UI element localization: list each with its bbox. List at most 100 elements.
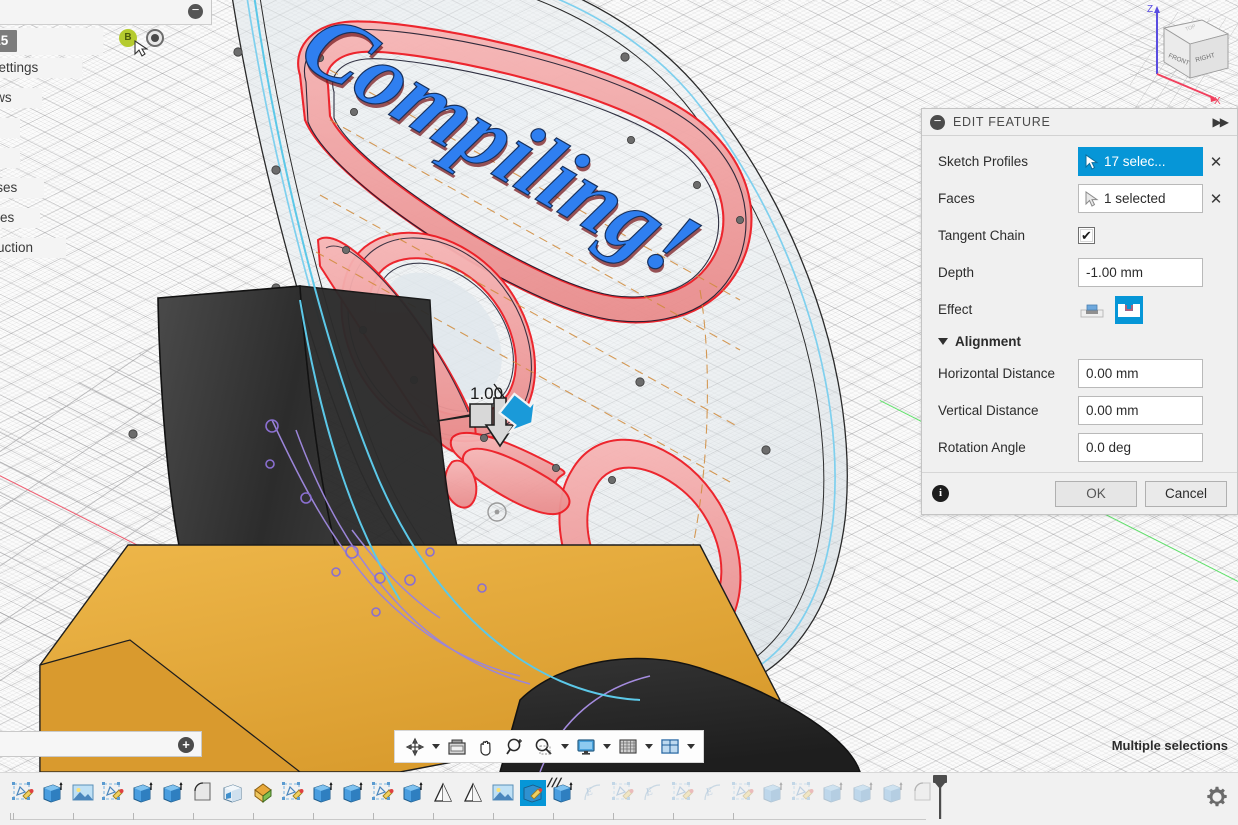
sidebar-item-construction[interactable]: struction xyxy=(0,238,66,258)
browser-document-node[interactable]: roject_base v15 xyxy=(0,28,103,55)
field-vertical-distance[interactable]: Vertical Distance 0.00 mm xyxy=(922,392,1237,429)
timeline-item-sketch[interactable] xyxy=(8,777,38,813)
text-icon: E xyxy=(700,780,726,806)
viewport-canvas[interactable]: Compiling! Compiling! 1.00 − roject_base… xyxy=(0,0,1238,772)
browser-panel-header: − xyxy=(0,0,212,25)
timeline-playhead[interactable] xyxy=(930,773,950,821)
timeline-bar[interactable]: E E E /// xyxy=(0,772,1238,825)
field-effect[interactable]: Effect xyxy=(922,291,1237,328)
chevron-double-right-icon[interactable]: ▶▶ xyxy=(1213,115,1230,129)
viewcube-axis-z-arrow xyxy=(1154,6,1160,13)
cancel-button[interactable]: Cancel xyxy=(1145,480,1227,507)
plus-circle-icon[interactable]: + xyxy=(178,737,194,753)
grid-dropdown-caret[interactable] xyxy=(643,733,655,760)
timeline-item-extrude[interactable] xyxy=(878,777,908,813)
zoom-dropdown-caret[interactable] xyxy=(559,733,571,760)
timeline-item-extrude[interactable] xyxy=(158,777,188,813)
zoom-in-icon[interactable] xyxy=(501,733,529,760)
timeline-track[interactable] xyxy=(10,813,926,820)
rotate-handle-center xyxy=(494,509,500,515)
field-tangent-chain[interactable]: Tangent Chain ✔ xyxy=(922,217,1237,254)
timeline-item-extrude[interactable] xyxy=(848,777,878,813)
timeline-item-extrude[interactable] xyxy=(38,777,68,813)
emboss-recessed-icon[interactable] xyxy=(1115,295,1143,324)
gear-icon[interactable] xyxy=(1206,786,1228,808)
browser-panel[interactable]: − roject_base v15 B t Settings 'iews jin… xyxy=(0,0,212,258)
edit-feature-dialog[interactable]: − EDIT FEATURE ▶▶ Sketch Profiles 17 sel… xyxy=(921,108,1238,515)
info-icon[interactable]: i xyxy=(932,485,949,502)
timeline-item-sketch[interactable] xyxy=(278,777,308,813)
timeline-item-canvas[interactable] xyxy=(68,777,98,813)
viewcube-body[interactable]: FRONT RIGHT TOP xyxy=(1162,19,1230,79)
timeline-item-text[interactable]: E xyxy=(698,777,728,813)
comments-panel[interactable]: + xyxy=(0,731,202,757)
timeline-item-sketch[interactable] xyxy=(788,777,818,813)
timeline-item-appearance[interactable] xyxy=(248,777,278,813)
sidebar-item-bodies[interactable]: ies xyxy=(0,148,20,168)
timeline-item-draft[interactable] xyxy=(458,777,488,813)
timeline-item-extrude[interactable] xyxy=(338,777,368,813)
field-faces[interactable]: Faces 1 selected ✕ xyxy=(922,180,1237,217)
depth-input[interactable]: -1.00 mm xyxy=(1078,258,1203,287)
timeline-item-extrude[interactable] xyxy=(398,777,428,813)
extrude-icon xyxy=(130,780,156,806)
sketch-profiles-select[interactable]: 17 selec... xyxy=(1078,147,1203,176)
timeline-item-emboss[interactable] xyxy=(518,777,548,813)
viewport-dropdown-caret[interactable] xyxy=(685,733,697,760)
orbit-icon[interactable] xyxy=(401,733,429,760)
faces-value: 1 selected xyxy=(1104,191,1166,206)
timeline-item-sketch[interactable] xyxy=(608,777,638,813)
timeline-item-sketch[interactable] xyxy=(98,777,128,813)
ok-button[interactable]: OK xyxy=(1055,480,1137,507)
emboss-raised-icon[interactable] xyxy=(1078,296,1106,324)
zoom-window-icon[interactable] xyxy=(530,733,558,760)
timeline-item-draft[interactable] xyxy=(428,777,458,813)
timeline-item-extrude[interactable] xyxy=(128,777,158,813)
orbit-dropdown-caret[interactable] xyxy=(430,733,442,760)
timeline-item-shell[interactable] xyxy=(218,777,248,813)
timeline-items[interactable]: E E E xyxy=(8,777,938,815)
clear-sketch-profiles-button[interactable]: ✕ xyxy=(1203,153,1229,171)
visibility-eye-icon[interactable] xyxy=(146,29,164,47)
faces-select[interactable]: 1 selected xyxy=(1078,184,1203,213)
dialog-header[interactable]: − EDIT FEATURE ▶▶ xyxy=(922,109,1237,136)
timeline-item-sketch[interactable] xyxy=(728,777,758,813)
sidebar-item-sketches[interactable]: tches xyxy=(0,208,40,228)
minus-circle-icon[interactable]: − xyxy=(188,3,203,19)
look-at-icon[interactable] xyxy=(443,733,471,760)
sidebar-item-canvases[interactable]: vases xyxy=(0,178,44,198)
timeline-item-extrude[interactable] xyxy=(818,777,848,813)
horizontal-distance-input[interactable]: 0.00 mm xyxy=(1078,359,1203,388)
navigation-bar[interactable] xyxy=(394,730,704,763)
dimension-value[interactable]: 1.00 xyxy=(470,384,503,403)
tangent-chain-checkbox[interactable]: ✔ xyxy=(1078,227,1095,244)
monitor-icon[interactable] xyxy=(572,733,600,760)
minus-circle-icon[interactable]: − xyxy=(930,114,945,130)
clear-faces-button[interactable]: ✕ xyxy=(1203,190,1229,208)
field-sketch-profiles[interactable]: Sketch Profiles 17 selec... ✕ xyxy=(922,143,1237,180)
hand-icon[interactable] xyxy=(472,733,500,760)
sidebar-item-named-views[interactable]: 'iews xyxy=(0,88,42,108)
timeline-item-sketch[interactable] xyxy=(368,777,398,813)
view-cube[interactable]: FRONT RIGHT TOP Z X xyxy=(1130,0,1238,110)
field-depth[interactable]: Depth -1.00 mm xyxy=(922,254,1237,291)
sidebar-item-origin[interactable]: jin xyxy=(0,118,20,138)
grid-icon[interactable] xyxy=(614,733,642,760)
timeline-item-text[interactable]: E xyxy=(578,777,608,813)
timeline-item-sketch[interactable] xyxy=(668,777,698,813)
dialog-footer: i OK Cancel xyxy=(922,472,1237,514)
rotation-angle-input[interactable]: 0.0 deg xyxy=(1078,433,1203,462)
vertical-distance-input[interactable]: 0.00 mm xyxy=(1078,396,1203,425)
timeline-item-extrude[interactable] xyxy=(308,777,338,813)
timeline-item-extrude[interactable] xyxy=(758,777,788,813)
field-rotation-angle[interactable]: Rotation Angle 0.0 deg xyxy=(922,429,1237,466)
display-dropdown-caret[interactable] xyxy=(601,733,613,760)
timeline-item-text[interactable]: E xyxy=(638,777,668,813)
viewport-icon[interactable] xyxy=(656,733,684,760)
timeline-tick xyxy=(553,813,554,820)
alignment-section-header[interactable]: Alignment xyxy=(922,328,1237,355)
timeline-item-canvas[interactable] xyxy=(488,777,518,813)
field-horizontal-distance[interactable]: Horizontal Distance 0.00 mm xyxy=(922,355,1237,392)
timeline-item-fillet[interactable] xyxy=(188,777,218,813)
sidebar-item-document-settings[interactable]: t Settings xyxy=(0,58,82,78)
